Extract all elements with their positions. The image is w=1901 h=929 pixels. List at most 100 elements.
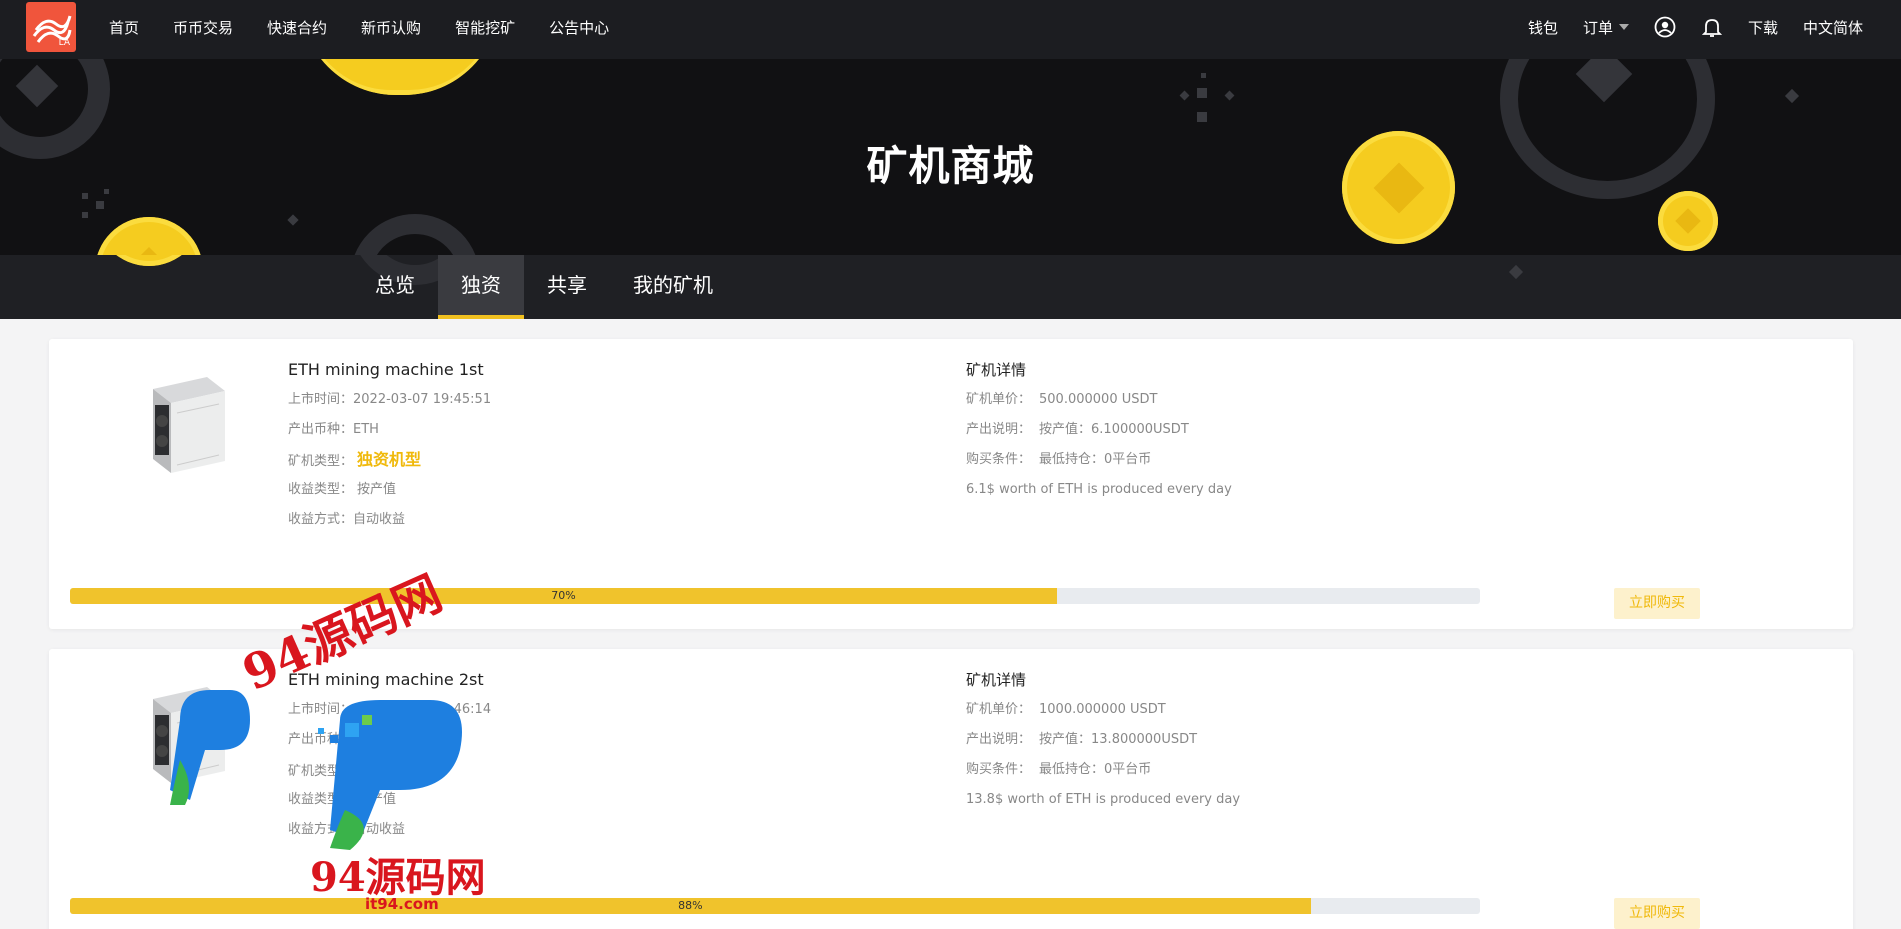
- output-coin: ETH: [353, 732, 379, 747]
- miner-card: ETH mining machine 2st 上市时间：2022-03-07 1…: [49, 649, 1853, 929]
- field-label: 购买条件：: [966, 452, 1032, 467]
- income-mode-row: 收益方式：自动收益: [288, 505, 491, 535]
- nav-download[interactable]: 下载: [1748, 17, 1778, 38]
- field-label: 收益类型：: [288, 482, 354, 497]
- brand-logo[interactable]: LA: [26, 2, 76, 52]
- sales-progress-bar: 70%: [70, 588, 1480, 604]
- page-title: 矿机商城: [866, 142, 1035, 190]
- listed-time-row: 上市时间：2022-03-07 19:46:14: [288, 695, 491, 725]
- daily-output-text: 13.8$ worth of ETH is produced every day: [966, 792, 1241, 807]
- price-row: 矿机单价： 1000.000000 USDT: [966, 695, 1240, 725]
- main-menu: 首页 币币交易 快速合约 新币认购 智能挖矿 公告中心: [92, 0, 626, 54]
- decor-dot: [1197, 112, 1207, 122]
- decor-dot: [1784, 88, 1800, 104]
- decor-dot: [1179, 90, 1190, 101]
- listed-time-row: 上市时间：2022-03-07 19:45:51: [288, 385, 491, 415]
- decor-dot: [82, 193, 88, 199]
- field-label: 矿机单价：: [966, 702, 1032, 717]
- notification-bell-icon[interactable]: [1701, 16, 1723, 38]
- user-menu: 钱包 订单 下载 中文简体: [1503, 0, 1863, 54]
- condition-row: 购买条件： 最低持仓：0平台币: [966, 445, 1232, 475]
- field-label: 上市时间：: [288, 702, 354, 717]
- decor-dot: [1224, 90, 1235, 101]
- nav-spot-trading[interactable]: 币币交易: [156, 17, 250, 38]
- top-navbar: LA 首页 币币交易 快速合约 新币认购 智能挖矿 公告中心 钱包 订单 下载 …: [0, 0, 1901, 59]
- income-type: 按产值: [357, 792, 397, 807]
- decor-dot: [287, 214, 299, 226]
- nav-home[interactable]: 首页: [92, 17, 156, 38]
- field-label: 收益方式：: [288, 512, 354, 527]
- tab-my-miners[interactable]: 我的矿机: [610, 255, 736, 319]
- miner-details: 矿机详情 矿机单价： 1000.000000 USDT 产出说明： 按产值：13.8…: [966, 665, 1240, 815]
- field-label: 产出币种：: [288, 732, 354, 747]
- tab-list: 总览 独资 共享 我的矿机: [352, 255, 736, 319]
- nav-quick-contract[interactable]: 快速合约: [250, 17, 344, 38]
- listed-time: 2022-03-07 19:45:51: [353, 392, 492, 407]
- decor-coin: [1658, 191, 1718, 251]
- price-row: 矿机单价： 500.000000 USDT: [966, 385, 1232, 415]
- output-coin: ETH: [353, 422, 379, 437]
- output-coin-row: 产出币种：ETH: [288, 415, 491, 445]
- progress-percent: 70%: [551, 589, 576, 602]
- unit-price: 1000.000000 USDT: [1039, 702, 1166, 717]
- decor-dot: [96, 201, 104, 209]
- purchase-condition: 最低持仓：0平台币: [1039, 762, 1152, 777]
- decor-dot: [1201, 73, 1206, 78]
- output-row: 产出说明： 按产值：6.100000USDT: [966, 415, 1232, 445]
- miner-details: 矿机详情 矿机单价： 500.000000 USDT 产出说明： 按产值：6.100…: [966, 355, 1232, 505]
- category-tabbar: 总览 独资 共享 我的矿机: [0, 255, 1901, 319]
- income-mode-row: 收益方式：自动收益: [288, 815, 491, 845]
- decor-coin: [300, 59, 500, 95]
- decor-dot: [1508, 264, 1524, 280]
- field-label: 产出说明：: [966, 422, 1032, 437]
- condition-row: 购买条件： 最低持仓：0平台币: [966, 755, 1240, 785]
- income-type: 按产值: [357, 482, 397, 497]
- user-account-icon[interactable]: [1654, 16, 1676, 38]
- details-title: 矿机详情: [966, 361, 1027, 379]
- field-label: 收益方式：: [288, 822, 354, 837]
- nav-wallet[interactable]: 钱包: [1528, 17, 1558, 38]
- purchase-condition: 最低持仓：0平台币: [1039, 452, 1152, 467]
- tab-exclusive[interactable]: 独资: [438, 255, 524, 319]
- nav-smart-mining[interactable]: 智能挖矿: [438, 17, 532, 38]
- tab-shared[interactable]: 共享: [524, 255, 610, 319]
- orders-label: 订单: [1582, 18, 1613, 37]
- output-coin-row: 产出币种：ETH: [288, 725, 491, 755]
- decor-ring: [350, 214, 480, 255]
- field-label: 上市时间：: [288, 392, 354, 407]
- output-description: 按产值：13.800000USDT: [1039, 732, 1198, 747]
- nav-new-coin-subscription[interactable]: 新币认购: [344, 17, 438, 38]
- machine-type-row: 矿机类型： 独资机型: [288, 755, 491, 785]
- mining-machine-image: [153, 377, 225, 473]
- decor-dot: [1197, 88, 1207, 98]
- income-mode: 自动收益: [353, 512, 406, 527]
- daily-output-text: 6.1$ worth of ETH is produced every day: [966, 482, 1232, 497]
- nav-announcements[interactable]: 公告中心: [532, 17, 626, 38]
- buy-now-button[interactable]: 立即购买: [1614, 898, 1700, 929]
- field-label: 矿机类型：: [288, 764, 354, 779]
- nav-orders-dropdown[interactable]: 订单: [1583, 17, 1629, 38]
- field-label: 矿机单价：: [966, 392, 1032, 407]
- logo-text: LA: [58, 38, 70, 48]
- field-label: 产出说明：: [966, 732, 1032, 747]
- decor-dot: [82, 212, 88, 218]
- caret-down-icon: [1618, 24, 1629, 30]
- miner-name: ETH mining machine 1st: [288, 360, 484, 379]
- buy-now-button[interactable]: 立即购买: [1614, 588, 1700, 619]
- field-label: 收益类型：: [288, 792, 354, 807]
- income-type-row: 收益类型： 按产值: [288, 785, 491, 815]
- output-row: 产出说明： 按产值：13.800000USDT: [966, 725, 1240, 755]
- unit-price: 500.000000 USDT: [1039, 392, 1158, 407]
- machine-type-row: 矿机类型： 独资机型: [288, 445, 491, 475]
- machine-type: 独资机型: [357, 760, 422, 779]
- field-label: 产出币种：: [288, 422, 354, 437]
- field-label: 购买条件：: [966, 762, 1032, 777]
- hero-banner: 矿机商城: [0, 59, 1901, 255]
- language-selector[interactable]: 中文简体: [1803, 17, 1863, 38]
- income-mode: 自动收益: [353, 822, 406, 837]
- progress-percent: 88%: [678, 899, 703, 912]
- sales-progress-bar: 88%: [70, 898, 1480, 914]
- miner-info: ETH mining machine 1st 上市时间：2022-03-07 1…: [288, 355, 491, 535]
- income-type-row: 收益类型： 按产值: [288, 475, 491, 505]
- tab-overview[interactable]: 总览: [352, 255, 438, 319]
